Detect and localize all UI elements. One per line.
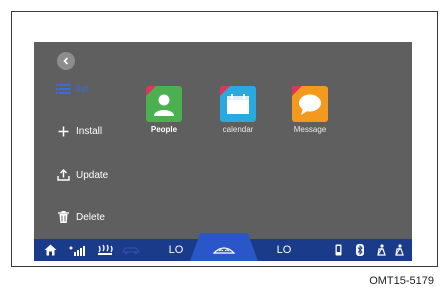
signal-icon bbox=[68, 239, 88, 261]
seat-heat-icon[interactable] bbox=[96, 239, 114, 261]
sidebar-item-label: Install bbox=[76, 125, 103, 137]
people-icon bbox=[146, 86, 182, 122]
upload-icon bbox=[54, 168, 72, 182]
trash-icon bbox=[54, 210, 72, 224]
head-unit-screen: list Install Update Delete People calend… bbox=[34, 42, 412, 261]
car-icon[interactable] bbox=[120, 239, 142, 261]
sidebar-item-update[interactable]: Update bbox=[54, 168, 108, 182]
sidebar-item-label: Update bbox=[76, 169, 109, 181]
left-temperature[interactable]: LO bbox=[166, 239, 186, 261]
right-temperature[interactable]: LO bbox=[274, 239, 294, 261]
status-bar: LO LO bbox=[34, 233, 412, 261]
figure-code: OMT15-5179 bbox=[369, 275, 434, 287]
back-button[interactable] bbox=[57, 52, 75, 70]
sidebar-item-install[interactable]: Install bbox=[54, 124, 102, 138]
seatbelt-icon bbox=[392, 239, 406, 261]
sidebar-item-label: list bbox=[76, 83, 89, 95]
app-calendar[interactable]: calendar bbox=[208, 86, 268, 134]
app-message[interactable]: Message bbox=[280, 86, 340, 134]
back-arrow-icon bbox=[63, 57, 69, 65]
sidebar-item-label: Delete bbox=[76, 211, 105, 223]
bluetooth-icon bbox=[354, 239, 366, 261]
app-label: Message bbox=[293, 125, 327, 134]
calendar-icon bbox=[220, 86, 256, 122]
phone-icon bbox=[332, 239, 344, 261]
defrost-icon[interactable] bbox=[212, 239, 236, 261]
list-icon bbox=[54, 82, 72, 96]
plus-icon bbox=[54, 124, 72, 138]
sidebar-item-list[interactable]: list bbox=[54, 82, 88, 96]
app-label: People bbox=[150, 125, 178, 134]
app-people[interactable]: People bbox=[134, 86, 194, 134]
seatbelt-icon bbox=[374, 239, 388, 261]
message-icon bbox=[292, 86, 328, 122]
app-label: calendar bbox=[222, 125, 254, 134]
home-icon[interactable] bbox=[42, 239, 58, 261]
sidebar-item-delete[interactable]: Delete bbox=[54, 210, 105, 224]
